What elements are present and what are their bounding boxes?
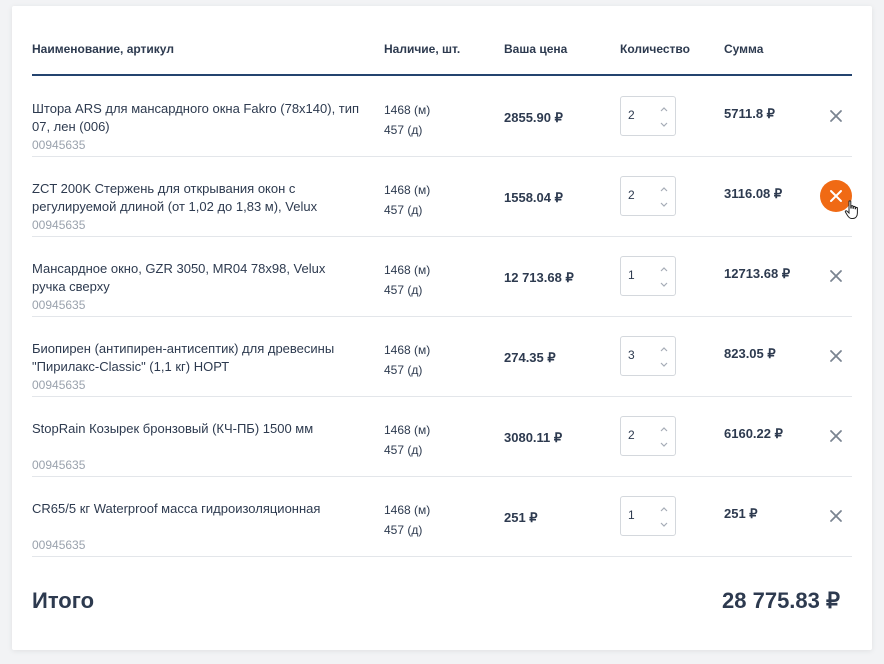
stock-remote: 457 (д) [384,443,423,457]
stock-main: 1468 (м) [384,423,431,437]
product-name[interactable]: StopRain Козырек бронзовый (КЧ-ПБ) 1500 … [32,420,362,438]
stock-main: 1468 (м) [384,343,431,357]
unit-price: 274.35 ₽ [504,350,556,365]
quantity-value[interactable]: 1 [628,268,635,282]
product-sku: 00945635 [32,218,86,232]
remove-item-button[interactable] [820,420,852,452]
quantity-stepper[interactable]: 3 [620,336,676,376]
table-row: StopRain Козырек бронзовый (КЧ-ПБ) 1500 … [32,396,852,477]
stock-main: 1468 (м) [384,103,431,117]
chevron-up-icon[interactable] [659,105,669,115]
close-icon [830,110,842,122]
total-value: 28 775.83 ₽ [722,588,840,613]
quantity-stepper[interactable]: 1 [620,496,676,536]
stock-main: 1468 (м) [384,263,431,277]
unit-price: 2855.90 ₽ [504,110,563,125]
header-price: Ваша цена [504,42,568,56]
chevron-down-icon[interactable] [659,199,669,209]
product-name[interactable]: Биопирен (антипирен-антисептик) для древ… [32,340,362,376]
close-icon [830,190,842,202]
quantity-value[interactable]: 2 [628,108,635,122]
unit-price: 1558.04 ₽ [504,190,563,205]
table-row: Мансардное окно, GZR 3050, MR04 78x98, V… [32,236,852,317]
quantity-stepper[interactable]: 2 [620,416,676,456]
line-sum: 251 ₽ [724,506,758,521]
product-sku: 00945635 [32,538,86,552]
line-sum: 3116.08 ₽ [724,186,783,201]
cart-table-card: Наименование, артикул Наличие, шт. Ваша … [12,6,872,650]
stock-remote: 457 (д) [384,123,423,137]
close-icon [830,350,842,362]
close-icon [830,430,842,442]
chevron-down-icon[interactable] [659,359,669,369]
quantity-stepper[interactable]: 1 [620,256,676,296]
stock-main: 1468 (м) [384,183,431,197]
stock-info: 1468 (м) 457 (д) [384,340,430,380]
header-name: Наименование, артикул [32,42,174,56]
unit-price: 3080.11 ₽ [504,430,563,445]
quantity-value[interactable]: 1 [628,508,635,522]
stock-info: 1468 (м) 457 (д) [384,500,430,540]
stock-info: 1468 (м) 457 (д) [384,180,430,220]
stock-remote: 457 (д) [384,523,423,537]
table-row: Штора ARS для мансардного окна Fakro (78… [32,76,852,157]
stock-info: 1468 (м) 457 (д) [384,100,430,140]
chevron-down-icon[interactable] [659,439,669,449]
quantity-value[interactable]: 2 [628,188,635,202]
product-sku: 00945635 [32,378,86,392]
remove-item-button[interactable] [820,100,852,132]
chevron-down-icon[interactable] [659,119,669,129]
line-sum: 12713.68 ₽ [724,266,791,281]
header-stock: Наличие, шт. [384,42,461,56]
header-sum: Сумма [724,42,764,56]
close-icon [830,270,842,282]
stock-remote: 457 (д) [384,203,423,217]
chevron-up-icon[interactable] [659,505,669,515]
stock-info: 1468 (м) 457 (д) [384,260,430,300]
product-name[interactable]: Штора ARS для мансардного окна Fakro (78… [32,100,362,136]
product-sku: 00945635 [32,298,86,312]
quantity-stepper[interactable]: 2 [620,176,676,216]
stock-remote: 457 (д) [384,283,423,297]
product-sku: 00945635 [32,458,86,472]
table-header: Наименование, артикул Наличие, шт. Ваша … [32,6,852,76]
unit-price: 12 713.68 ₽ [504,270,574,285]
stock-main: 1468 (м) [384,503,431,517]
remove-item-button[interactable] [820,340,852,372]
total-label: Итого [32,588,95,613]
stock-info: 1468 (м) 457 (д) [384,420,430,460]
product-sku: 00945635 [32,138,86,152]
chevron-up-icon[interactable] [659,425,669,435]
chevron-up-icon[interactable] [659,345,669,355]
table-row: CR65/5 кг Waterproof масса гидроизоляцио… [32,476,852,557]
table-row: ZCT 200K Стержень для открывания окон с … [32,156,858,237]
product-name[interactable]: CR65/5 кг Waterproof масса гидроизоляцио… [32,500,362,518]
remove-item-button[interactable] [820,500,852,532]
remove-item-button[interactable] [820,260,852,292]
quantity-value[interactable]: 2 [628,428,635,442]
stock-remote: 457 (д) [384,363,423,377]
header-qty: Количество [620,42,690,56]
quantity-stepper[interactable]: 2 [620,96,676,136]
table-row: Биопирен (антипирен-антисептик) для древ… [32,316,852,397]
quantity-value[interactable]: 3 [628,348,635,362]
chevron-down-icon[interactable] [659,519,669,529]
hand-pointer-icon [844,200,858,219]
product-name[interactable]: Мансардное окно, GZR 3050, MR04 78x98, V… [32,260,362,296]
chevron-up-icon[interactable] [659,265,669,275]
line-sum: 6160.22 ₽ [724,426,783,441]
chevron-down-icon[interactable] [659,279,669,289]
chevron-up-icon[interactable] [659,185,669,195]
line-sum: 5711.8 ₽ [724,106,775,121]
unit-price: 251 ₽ [504,510,538,525]
close-icon [830,510,842,522]
line-sum: 823.05 ₽ [724,346,776,361]
product-name[interactable]: ZCT 200K Стержень для открывания окон с … [32,180,362,216]
